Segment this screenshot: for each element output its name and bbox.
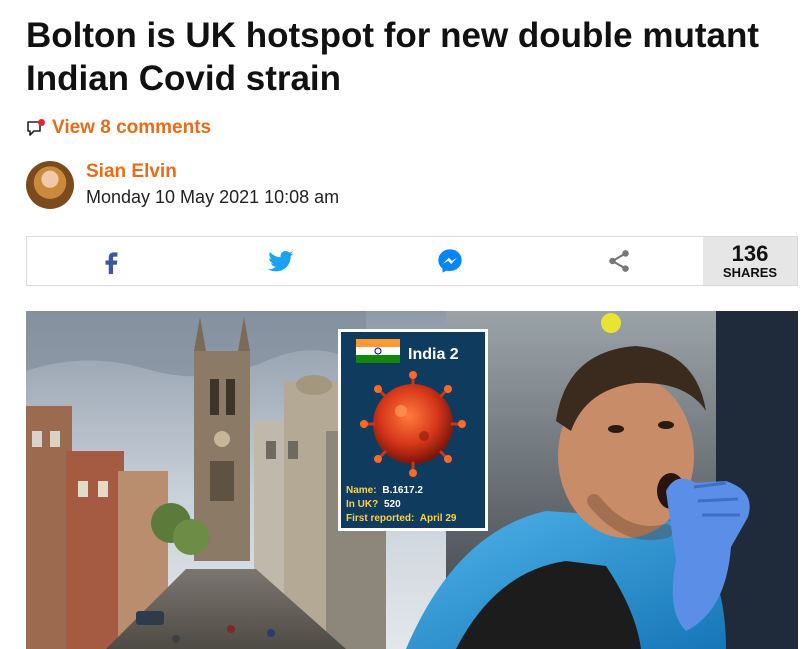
svg-text:In UK? 520: In UK? 520: [346, 499, 401, 510]
author-name[interactable]: Sian Elvin: [86, 160, 339, 184]
infobox-uk-label: In UK?: [346, 499, 378, 510]
view-comments-label: View 8 comments: [52, 117, 212, 138]
generic-share-button[interactable]: [534, 237, 703, 285]
infobox-first-label: First reported:: [346, 513, 414, 524]
facebook-icon: [105, 252, 117, 274]
share-icon: [608, 250, 629, 272]
svg-text:First reported: April: First reported: April 29: [346, 513, 457, 524]
twitter-icon: [267, 251, 293, 272]
hero-image: India 2 Name: B.1617.2 In UK? 520 First …: [26, 311, 798, 649]
virus-icon: [360, 371, 466, 477]
twitter-share-button[interactable]: [196, 237, 365, 285]
avatar[interactable]: [26, 161, 74, 209]
infobox-name-label: Name:: [346, 485, 377, 496]
share-count-label: SHARES: [722, 264, 778, 280]
share-bar: 136 SHARES: [26, 236, 798, 286]
hero-illustration: India 2 Name: B.1617.2 In UK? 520 First …: [26, 311, 798, 649]
author-byline: Sian Elvin Monday 10 May 2021 10:08 am: [26, 160, 339, 210]
infobox-first-value: April 29: [420, 513, 457, 524]
publish-date: Monday 10 May 2021 10:08 am: [86, 187, 340, 207]
infobox-uk-value: 520: [384, 499, 401, 510]
share-count: 136 SHARES: [703, 237, 797, 285]
share-count-number: 136: [731, 240, 769, 266]
headline: Bolton is UK hotspot for new double muta…: [26, 16, 759, 98]
messenger-icon: [437, 249, 462, 273]
svg-text:Name: B.1617.2: Name: B.1617.2: [346, 485, 423, 496]
comment-icon: [27, 119, 45, 136]
infobox-title: India 2: [408, 346, 459, 363]
infobox-name-value: B.1617.2: [382, 485, 423, 496]
view-comments-link[interactable]: View 8 comments: [26, 116, 211, 140]
messenger-share-button[interactable]: [365, 237, 534, 285]
facebook-share-button[interactable]: [27, 237, 196, 285]
variant-infobox: India 2 Name: B.1617.2 In UK? 520 First …: [338, 329, 488, 531]
